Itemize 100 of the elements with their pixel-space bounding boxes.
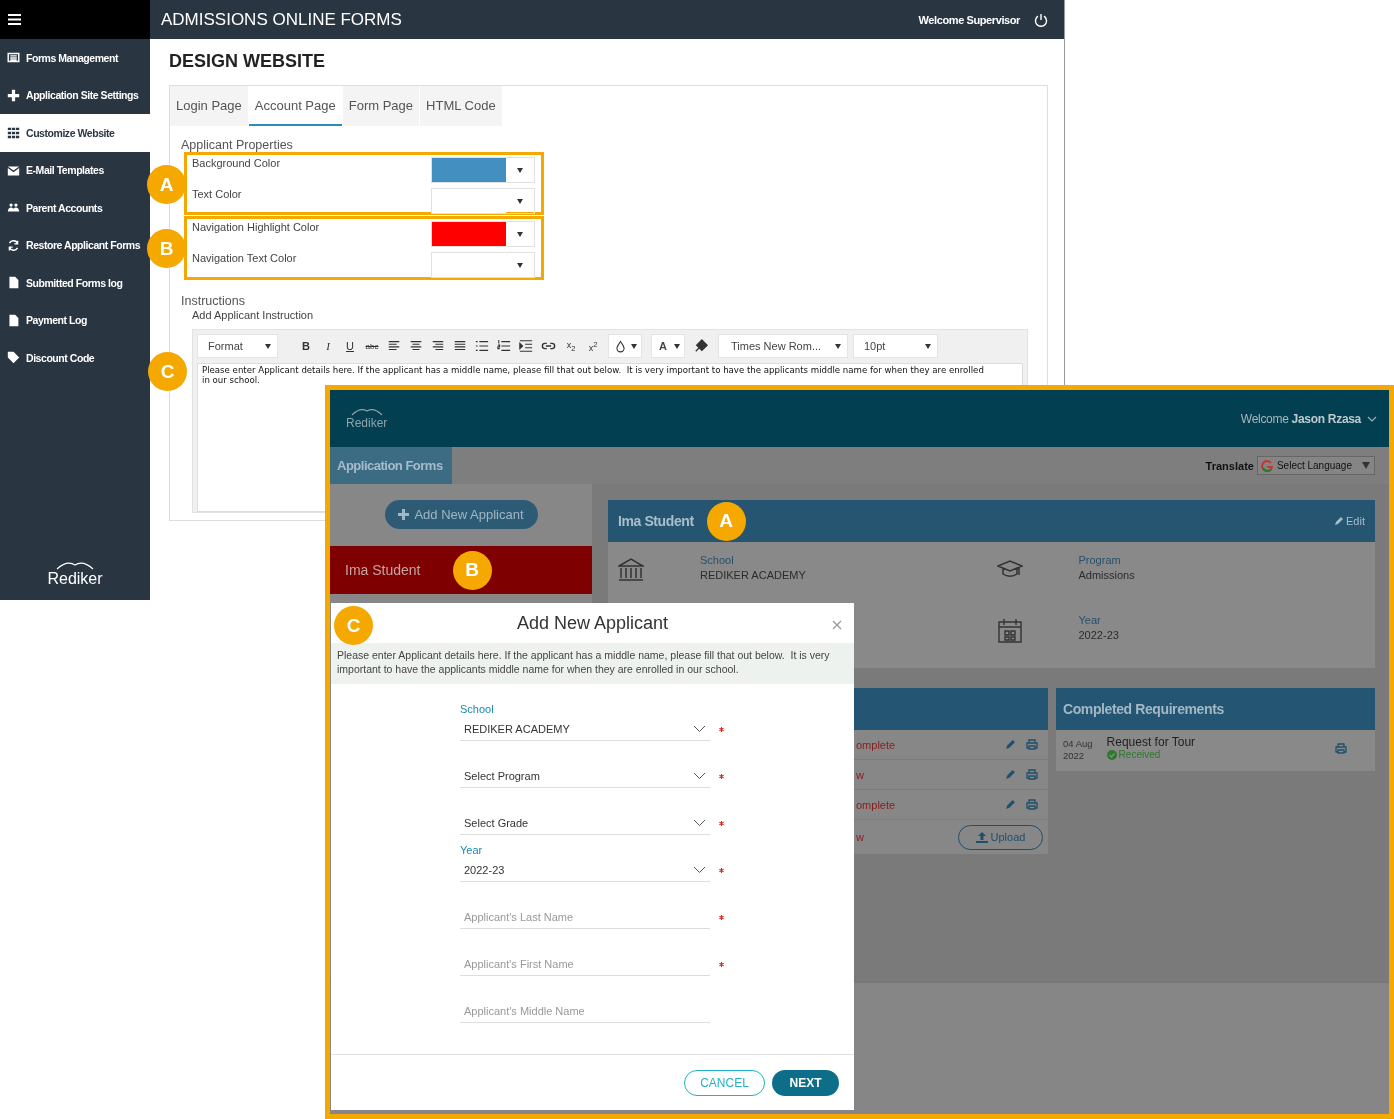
caret-icon (517, 262, 523, 268)
sidebar-item[interactable]: Forms Management (0, 39, 150, 77)
power-icon[interactable] (1034, 12, 1048, 27)
applicant-item[interactable]: Ima Student B (330, 546, 592, 594)
logo: Rediker (0, 560, 150, 588)
sidebar-item[interactable]: Customize Website (0, 114, 150, 152)
select-field[interactable]: Select Program (460, 764, 710, 788)
sidebar-item[interactable]: Submitted Forms log (0, 264, 150, 302)
format-dropdown[interactable]: Format (197, 334, 278, 358)
sidebar-item[interactable]: E-Mail Templates (0, 151, 150, 189)
subscript-button[interactable]: x$_{2}$ (560, 339, 582, 353)
pencil-icon[interactable] (1005, 769, 1016, 780)
multicolor-ring-icon (1260, 459, 1273, 472)
sidebar-item[interactable]: Payment Log (0, 301, 150, 339)
close-icon[interactable] (832, 620, 842, 630)
bold-button[interactable]: B (295, 340, 317, 352)
chevron-down-icon[interactable] (1367, 415, 1377, 422)
add-applicant-button[interactable]: Add New Applicant (384, 500, 538, 529)
property-label: Navigation Text Color (192, 252, 298, 266)
sidebar-item[interactable]: Discount Code (0, 339, 150, 377)
tab[interactable]: Form Page (342, 86, 420, 126)
page-title: DESIGN WEBSITE (169, 51, 326, 73)
info-value: Admissions (1078, 569, 1135, 581)
property-label: Text Color (192, 188, 243, 202)
app-title: ADMISSIONS ONLINE FORMS (161, 9, 403, 30)
edit-link[interactable]: Edit (1334, 515, 1365, 527)
color-picker[interactable] (431, 188, 535, 214)
requirement-name: Request for Tour (1106, 735, 1197, 749)
color-picker[interactable] (431, 157, 535, 183)
applicant-name: Ima Student (345, 562, 421, 578)
chevron-down-icon (693, 771, 706, 780)
font-dropdown[interactable]: Times New Rom... (718, 334, 848, 358)
next-button[interactable]: NEXT (772, 1069, 839, 1096)
caret-icon (517, 167, 523, 173)
pencil-icon[interactable] (1005, 799, 1016, 810)
align-icon[interactable] (409, 339, 423, 353)
document-icon (7, 276, 20, 290)
select-field[interactable]: REDIKER ACADEMY (460, 717, 710, 741)
plus-icon (7, 88, 20, 102)
droplet-icon (616, 339, 625, 353)
welcome-text[interactable]: Welcome Jason Rzasa (1240, 411, 1361, 426)
callout-badge: B (147, 229, 186, 268)
instruction-banner: Please enter Applicant details here. If the applicant has a middle name, please fill that out below. It is very important to have the applicants middle name for when they are enrolled in our school. (331, 643, 854, 684)
chevron-down-icon (693, 724, 706, 733)
strikethrough-button[interactable]: abc (361, 341, 383, 351)
fill-color-dropdown[interactable] (608, 334, 642, 358)
align-icon[interactable] (431, 339, 445, 353)
pencil-icon (1334, 516, 1345, 526)
align-icon[interactable] (387, 339, 401, 353)
color-picker[interactable] (431, 221, 535, 247)
tag-icon (7, 351, 20, 365)
list-icon (7, 51, 20, 65)
select-field[interactable]: Select Grade (460, 811, 710, 835)
text-color-dropdown[interactable]: A (651, 334, 685, 358)
align-icon[interactable] (453, 339, 467, 353)
info-value: 2022-23 (1078, 629, 1119, 641)
underline-button[interactable]: U (339, 340, 361, 352)
sidebar-item[interactable]: Restore Applicant Forms (0, 226, 150, 264)
menu-icon[interactable] (8, 14, 21, 25)
document-icon (7, 313, 20, 327)
sidebar-item[interactable]: Parent Accounts (0, 189, 150, 227)
logo: Rediker (346, 407, 388, 430)
numbered-list-icon[interactable] (497, 339, 511, 353)
italic-button[interactable]: I (317, 340, 339, 352)
status-text: Received (1106, 749, 1321, 760)
calendar-icon (996, 618, 1023, 644)
status-text: omplete (856, 798, 896, 811)
color-picker[interactable] (431, 252, 535, 278)
pencil-icon[interactable] (1005, 739, 1016, 750)
caret-icon (631, 343, 637, 349)
callout-badge: A (147, 165, 186, 204)
field-label: Add Applicant Instruction (191, 308, 315, 321)
info-label: Program (1078, 554, 1122, 566)
select-field[interactable]: 2022-23 (460, 858, 710, 882)
tab[interactable]: HTML Code (420, 86, 502, 126)
language-select[interactable]: Select Language (1256, 456, 1375, 475)
people-icon (7, 201, 20, 215)
section-title: Applicant Properties (180, 137, 294, 152)
tab[interactable]: Login Page (170, 86, 248, 126)
status-text: w (856, 831, 864, 843)
welcome-text: Welcome Supervisor (918, 13, 1020, 26)
building-icon (618, 558, 644, 582)
caret-icon (674, 343, 680, 349)
property-label: Background Color (192, 157, 282, 171)
editor-text[interactable]: Please enter Applicant details here. If the applicant has a middle name, please fill that out below. It is very important to have the applicants middle name for when they are enrolled in our school. (202, 366, 992, 385)
upload-icon (975, 831, 988, 843)
indent-icon[interactable] (519, 339, 533, 353)
card-title: Completed Requirements (1063, 701, 1224, 717)
superscript-button[interactable]: x$^{2}$ (582, 339, 604, 353)
status-text: w (856, 768, 864, 781)
callout-badge: A (706, 501, 746, 541)
date-text: 04 Aug 2022 (1063, 737, 1093, 762)
property-label: Navigation Highlight Color (192, 221, 321, 235)
eraser-icon[interactable] (694, 339, 708, 353)
bullet-list-icon[interactable] (475, 339, 489, 353)
status-text: omplete (856, 738, 896, 751)
sidebar-item[interactable]: Application Site Settings (0, 76, 150, 114)
font-size-dropdown[interactable]: 10pt (853, 334, 938, 358)
caret-icon (925, 343, 931, 349)
caret-icon (1362, 462, 1370, 469)
